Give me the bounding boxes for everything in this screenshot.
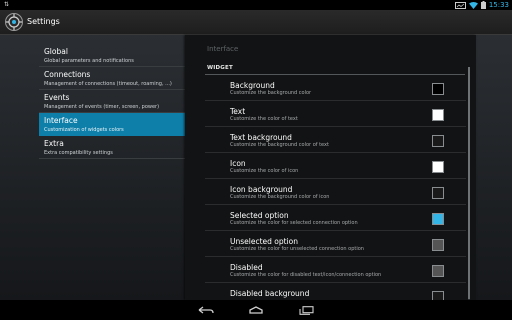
clock: 15:33 <box>488 1 509 9</box>
color-swatch[interactable] <box>432 135 444 147</box>
pref-summary: Customize the color for unselected conne… <box>230 246 364 252</box>
pref-title: Text <box>230 107 246 116</box>
back-button[interactable] <box>197 303 215 317</box>
pref-summary: Customize the color of text <box>230 116 298 122</box>
page-title: Settings <box>27 17 60 26</box>
wifi-icon <box>468 1 478 9</box>
section-label: WIDGET <box>207 65 233 71</box>
panel-heading: Interface <box>207 45 239 53</box>
app-gear-icon[interactable] <box>4 12 24 32</box>
pref-title: Text background <box>230 133 292 142</box>
pref-title: Disabled <box>230 263 263 272</box>
pref-title: Background <box>230 81 275 90</box>
pref-summary: Customize the background color of icon <box>230 194 330 200</box>
header-item-extra[interactable]: Extra Extra compatibility settings <box>39 136 185 159</box>
pref-title: Selected option <box>230 211 289 220</box>
header-summary: Management of events (timer, screen, pow… <box>44 104 160 110</box>
battery-icon <box>480 1 486 9</box>
pref-disabled[interactable]: Disabled Customize the color for disable… <box>205 257 466 283</box>
header-title: Connections <box>44 70 91 79</box>
pref-summary: Customize the color of icon <box>230 168 299 174</box>
header-list: Global Global parameters and notificatio… <box>39 44 185 159</box>
pref-title: Unselected option <box>230 237 299 246</box>
header-title: Extra <box>44 139 64 148</box>
pref-text[interactable]: Text Customize the color of text <box>205 101 466 127</box>
header-summary: Extra compatibility settings <box>44 150 113 156</box>
back-icon <box>198 306 214 314</box>
data-activity-icon: ⇅ <box>4 1 10 8</box>
pref-selected-option[interactable]: Selected option Customize the color for … <box>205 205 466 231</box>
recent-apps-button[interactable] <box>297 303 315 317</box>
header-item-interface[interactable]: Interface Customization of widgets color… <box>39 113 185 136</box>
pref-summary: Customize the color for disabled text/ic… <box>230 272 382 278</box>
pref-summary: Customize the background color of text <box>230 142 329 148</box>
header-title: Interface <box>44 116 78 125</box>
header-item-connections[interactable]: Connections Management of connections (t… <box>39 67 185 90</box>
color-swatch[interactable] <box>432 265 444 277</box>
header-summary: Global parameters and notifications <box>44 58 134 64</box>
header-summary: Management of connections (timeout, roam… <box>44 81 172 87</box>
header-title: Global <box>44 47 68 56</box>
preference-list: Background Customize the background colo… <box>205 75 466 300</box>
pref-disabled-background[interactable]: Disabled background <box>205 283 466 300</box>
color-swatch[interactable] <box>432 239 444 251</box>
pref-title: Icon <box>230 159 246 168</box>
pref-background[interactable]: Background Customize the background colo… <box>205 75 466 101</box>
pref-text-background[interactable]: Text background Customize the background… <box>205 127 466 153</box>
pref-icon[interactable]: Icon Customize the color of icon <box>205 153 466 179</box>
header-item-events[interactable]: Events Management of events (timer, scre… <box>39 90 185 113</box>
landscape-icon <box>454 1 466 9</box>
home-icon <box>249 306 263 314</box>
color-swatch[interactable] <box>432 83 444 95</box>
pref-summary: Customize the color for selected connect… <box>230 220 358 226</box>
header-summary: Customization of widgets colors <box>44 127 124 133</box>
action-bar: Settings <box>0 10 512 35</box>
pref-title: Disabled background <box>230 289 310 298</box>
recent-apps-icon <box>299 305 314 315</box>
color-swatch[interactable] <box>432 161 444 173</box>
pref-icon-background[interactable]: Icon background Customize the background… <box>205 179 466 205</box>
color-swatch[interactable] <box>432 291 444 300</box>
navigation-bar <box>0 300 512 320</box>
scrollbar-thumb[interactable] <box>468 67 470 299</box>
pref-title: Icon background <box>230 185 293 194</box>
color-swatch[interactable] <box>432 213 444 225</box>
settings-content: Global Global parameters and notificatio… <box>0 35 512 300</box>
header-item-global[interactable]: Global Global parameters and notificatio… <box>39 44 185 67</box>
status-bar: ⇅ 15:33 <box>0 0 512 10</box>
color-swatch[interactable] <box>432 109 444 121</box>
home-button[interactable] <box>247 303 265 317</box>
pref-summary: Customize the background color <box>230 90 312 96</box>
pref-unselected-option[interactable]: Unselected option Customize the color fo… <box>205 231 466 257</box>
color-swatch[interactable] <box>432 187 444 199</box>
preference-panel: Interface WIDGET Background Customize th… <box>185 35 476 300</box>
header-title: Events <box>44 93 70 102</box>
